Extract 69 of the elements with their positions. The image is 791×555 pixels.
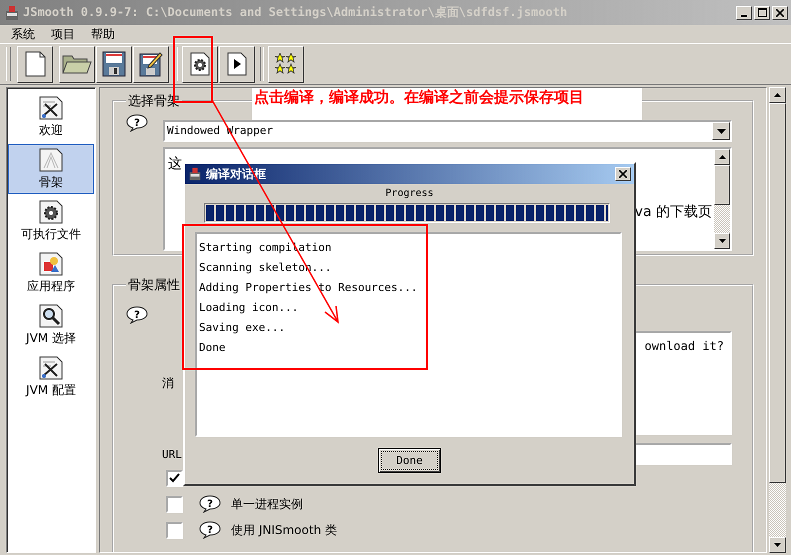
compile-button[interactable] — [182, 46, 218, 82]
blank-page-icon — [23, 51, 47, 77]
menu-item[interactable]: 项目 — [51, 26, 75, 42]
up-arrow-icon — [774, 93, 781, 97]
open-button[interactable] — [59, 46, 95, 82]
scrollbar[interactable] — [769, 87, 786, 553]
stars-icon — [274, 53, 298, 75]
scroll-thumb[interactable] — [714, 165, 730, 205]
log-line: Adding Properties to Resources... — [199, 280, 419, 296]
option-label: 单一进程实例 — [231, 496, 303, 512]
down-arrow-icon — [774, 543, 781, 547]
menu-item[interactable]: 帮助 — [91, 26, 115, 42]
description-text: va 的下载页 — [634, 203, 712, 221]
group-title: 骨架属性 — [127, 277, 181, 294]
checkbox[interactable] — [166, 522, 183, 538]
done-button[interactable]: Done — [378, 448, 441, 473]
new-button[interactable] — [17, 46, 53, 82]
menu-item[interactable]: 系统 — [11, 26, 35, 42]
up-arrow-icon — [718, 155, 726, 159]
page-icon — [39, 148, 63, 172]
sidebar-item[interactable]: JVM 配置 — [8, 352, 94, 402]
magnifier-icon — [39, 304, 63, 328]
minimize-icon — [741, 14, 747, 16]
app-icon — [4, 4, 20, 20]
maximize-button[interactable] — [754, 6, 770, 20]
floppy-pencil-icon — [139, 51, 163, 77]
app-icon — [188, 167, 202, 181]
annotation-note: 点击编译，编译成功。在编译之前会提示保存项目 — [252, 88, 642, 120]
sidebar-item[interactable]: 可执行文件 — [8, 196, 94, 246]
save-button[interactable] — [96, 46, 132, 82]
checkbox[interactable] — [166, 470, 183, 486]
log-line: Done — [199, 340, 226, 356]
gear-icon — [189, 52, 211, 76]
save-as-button[interactable] — [133, 46, 169, 82]
scrollbar[interactable] — [714, 149, 730, 249]
progress-label: Progress — [384, 188, 435, 199]
log-line: Loading icon... — [199, 300, 300, 316]
down-arrow-icon — [718, 239, 726, 243]
close-button[interactable] — [772, 6, 788, 20]
minimize-button[interactable] — [736, 6, 752, 20]
help-icon[interactable]: ? — [199, 495, 221, 513]
sidebar-item[interactable]: 应用程序 — [8, 248, 94, 298]
log-line: Saving exe... — [199, 320, 286, 336]
dropdown-arrow-icon — [716, 128, 726, 134]
folder-icon — [62, 53, 92, 75]
sidebar-item[interactable]: JVM 选择 — [8, 300, 94, 350]
checkbox[interactable] — [166, 496, 183, 512]
description-text: 这 — [168, 155, 182, 173]
help-icon[interactable]: ? — [126, 306, 148, 324]
url-label: URL — [162, 448, 183, 460]
tools-icon — [39, 96, 63, 120]
maximize-icon — [758, 8, 766, 17]
play-icon — [226, 52, 248, 76]
check-icon — [169, 472, 180, 484]
close-icon — [776, 8, 784, 16]
option-label: 使用 JNISmooth 类 — [231, 522, 337, 538]
message-label: 消 — [162, 374, 175, 392]
gear-icon — [39, 200, 63, 224]
scroll-thumb[interactable] — [769, 103, 786, 483]
close-icon — [619, 170, 627, 178]
help-icon[interactable]: ? — [126, 114, 148, 132]
help-icon[interactable]: ? — [199, 521, 221, 539]
tools-icon — [39, 356, 63, 380]
run-button[interactable] — [219, 46, 255, 82]
close-button[interactable] — [615, 167, 631, 181]
sidebar-item[interactable]: 骨架 — [8, 144, 94, 194]
shapes-icon — [39, 252, 63, 276]
sidebar-item[interactable]: 欢迎 — [8, 92, 94, 142]
about-button[interactable] — [268, 46, 304, 82]
